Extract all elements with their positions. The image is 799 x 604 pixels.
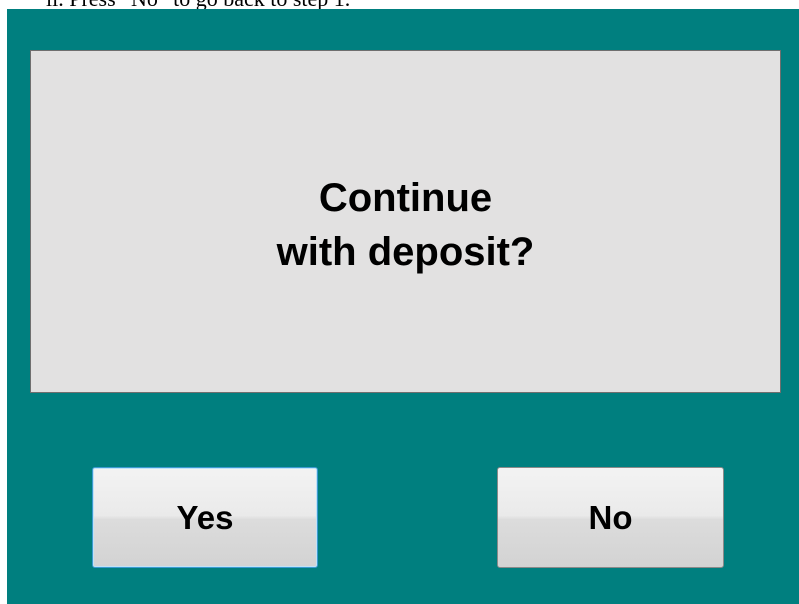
yes-button[interactable]: Yes bbox=[92, 467, 318, 568]
message-line-2: with deposit? bbox=[276, 229, 535, 274]
message-line-1: Continue bbox=[318, 175, 493, 220]
deposit-confirmation-screen: Continue with deposit? Yes No bbox=[7, 9, 799, 604]
no-button[interactable]: No bbox=[497, 467, 724, 568]
confirmation-message: Continue with deposit? bbox=[277, 171, 535, 279]
message-panel: Continue with deposit? bbox=[30, 50, 781, 393]
